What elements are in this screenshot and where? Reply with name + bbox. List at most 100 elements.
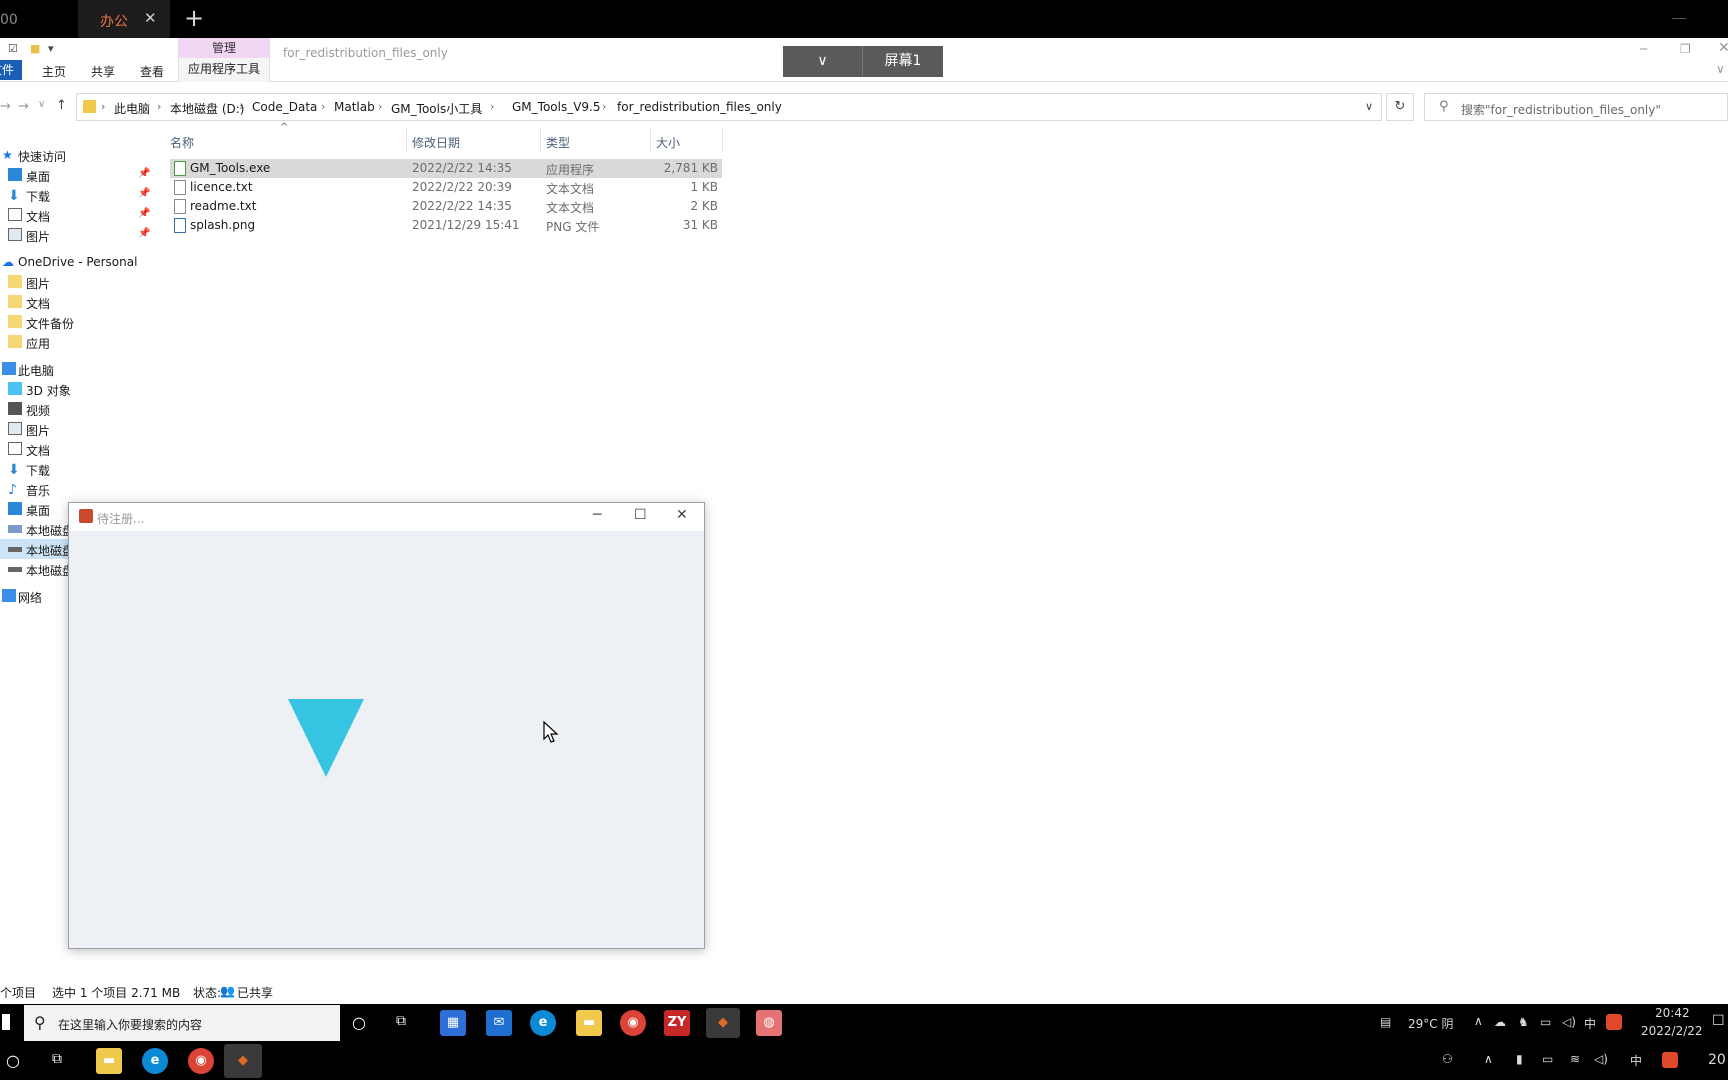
- maximize-icon[interactable]: ☐: [634, 507, 647, 523]
- nav-onedrive[interactable]: ☁ OneDrive - Personal: [0, 252, 154, 272]
- refresh-button[interactable]: ↻: [1386, 93, 1414, 121]
- app-icon[interactable]: ◍: [756, 1010, 782, 1036]
- tab-00[interactable]: 00: [0, 0, 78, 38]
- nav-onedrive-apps[interactable]: 应用: [0, 332, 154, 352]
- clock-time[interactable]: 20:42: [1655, 1006, 1690, 1020]
- forward-arrow-icon[interactable]: →: [18, 99, 29, 114]
- nav-quick-desktop[interactable]: 桌面 📌: [0, 165, 154, 185]
- file-row[interactable]: licence.txt 2022/2/22 20:39 文本文档 1 KB: [170, 178, 722, 197]
- sogou-icon[interactable]: [1662, 1052, 1678, 1068]
- ribbon-expand-icon[interactable]: ∨: [1716, 62, 1725, 76]
- nav-this-pc[interactable]: 此电脑: [0, 359, 154, 379]
- chevron-up-icon[interactable]: ∧: [1474, 1014, 1483, 1028]
- nav-pictures[interactable]: 图片: [0, 419, 154, 439]
- breadcrumb-gm-tools[interactable]: GM_Tools小工具: [391, 100, 482, 117]
- window-close-icon[interactable]: ✕: [1718, 40, 1728, 56]
- column-divider[interactable]: [650, 128, 651, 152]
- battery-icon[interactable]: ▭: [1542, 1052, 1553, 1066]
- search-box[interactable]: ⚲ 搜索"for_redistribution_files_only": [1424, 93, 1728, 121]
- breadcrumb-drive-d[interactable]: 本地磁盘 (D:): [170, 100, 244, 117]
- minimize-icon[interactable]: ─: [593, 507, 601, 523]
- pin-icon[interactable]: 📌: [138, 208, 150, 219]
- breadcrumb-matlab[interactable]: Matlab: [334, 100, 375, 114]
- ime-indicator[interactable]: 中: [1584, 1015, 1596, 1032]
- back-arrow-icon[interactable]: →: [0, 99, 11, 114]
- tab-share[interactable]: 共享: [91, 63, 115, 80]
- recent-dropdown-icon[interactable]: ∨: [38, 99, 45, 110]
- nav-quick-access[interactable]: ★ 快速访问: [0, 145, 154, 165]
- volume-icon[interactable]: ◁): [1594, 1052, 1608, 1066]
- chevron-down-icon[interactable]: ∨: [783, 46, 863, 77]
- address-bar[interactable]: › 此电脑 › 本地磁盘 (D:) › Code_Data › Matlab ›…: [76, 93, 1382, 121]
- breadcrumb-gm-tools-v95[interactable]: GM_Tools_V9.5: [512, 100, 601, 114]
- tray-app-icon[interactable]: ♞: [1518, 1015, 1529, 1029]
- close-icon[interactable]: ✕: [676, 507, 688, 523]
- nav-onedrive-pictures[interactable]: 图片: [0, 272, 154, 292]
- column-size[interactable]: 大小: [656, 134, 680, 151]
- chrome-icon[interactable]: ◉: [188, 1048, 214, 1074]
- chevron-up-icon[interactable]: ∧: [1484, 1052, 1493, 1066]
- clock-date[interactable]: 2022/2/22: [1641, 1024, 1703, 1038]
- properties-icon[interactable]: ☑: [8, 42, 18, 55]
- mail-icon[interactable]: ✉: [486, 1010, 512, 1036]
- pin-icon[interactable]: 📌: [138, 228, 150, 239]
- nav-documents[interactable]: 文档: [0, 439, 154, 459]
- task-view-icon[interactable]: ⧉: [52, 1051, 62, 1067]
- edge-icon[interactable]: e: [530, 1010, 556, 1036]
- matlab-icon[interactable]: ◆: [706, 1008, 740, 1038]
- store-icon[interactable]: ▦: [440, 1010, 466, 1036]
- nav-videos[interactable]: 视频: [0, 399, 154, 419]
- file-row[interactable]: readme.txt 2022/2/22 14:35 文本文档 2 KB: [170, 197, 722, 216]
- address-dropdown-icon[interactable]: ∨: [1365, 100, 1373, 113]
- column-date[interactable]: 修改日期: [412, 134, 460, 151]
- window-restore-icon[interactable]: ❐: [1680, 42, 1691, 56]
- column-divider[interactable]: [540, 128, 541, 152]
- tab-office[interactable]: 办公 ✕: [78, 0, 170, 38]
- nav-quick-documents[interactable]: 文档 📌: [0, 205, 154, 225]
- cloud-icon[interactable]: ☁: [1494, 1015, 1506, 1029]
- chrome-icon[interactable]: ◉: [620, 1010, 646, 1036]
- nav-onedrive-backup[interactable]: 文件备份: [0, 312, 154, 332]
- breadcrumb-this-pc[interactable]: 此电脑: [114, 100, 150, 117]
- notification-icon[interactable]: ☐: [1712, 1013, 1725, 1029]
- new-tab-icon[interactable]: +: [184, 3, 204, 33]
- mic-icon[interactable]: ▮: [1516, 1052, 1523, 1066]
- column-type[interactable]: 类型: [546, 134, 570, 151]
- close-icon[interactable]: ✕: [144, 9, 157, 27]
- nav-downloads[interactable]: ⬇ 下载: [0, 459, 154, 479]
- up-arrow-icon[interactable]: ↑: [56, 98, 67, 113]
- tab-view[interactable]: 查看: [140, 63, 164, 80]
- window-minimize-icon[interactable]: ─: [1640, 42, 1647, 56]
- battery-icon[interactable]: ▭: [1540, 1015, 1551, 1029]
- pin-icon[interactable]: 📌: [138, 168, 150, 179]
- news-icon[interactable]: ▤: [1380, 1015, 1391, 1029]
- edge-icon[interactable]: e: [142, 1048, 168, 1074]
- file-row[interactable]: GM_Tools.exe 2022/2/22 14:35 应用程序 2,781 …: [170, 159, 722, 178]
- wifi-icon[interactable]: ≋: [1570, 1052, 1580, 1066]
- zy-app-icon[interactable]: ZY: [664, 1010, 690, 1036]
- clock-time[interactable]: 20: [1708, 1052, 1726, 1068]
- breadcrumb-current-folder[interactable]: for_redistribution_files_only: [617, 100, 782, 114]
- cortana-icon[interactable]: ○: [352, 1013, 366, 1032]
- breadcrumb-code-data[interactable]: Code_Data: [252, 100, 317, 114]
- people-icon[interactable]: ⚇: [1442, 1052, 1453, 1066]
- nav-3d-objects[interactable]: 3D 对象: [0, 379, 154, 399]
- dialog-title-bar[interactable]: 待注册... ─ ☐ ✕: [69, 503, 704, 531]
- column-name[interactable]: 名称: [170, 134, 194, 151]
- start-icon[interactable]: [2, 1014, 10, 1030]
- matlab-icon[interactable]: ◆: [224, 1044, 262, 1078]
- column-divider[interactable]: [406, 128, 407, 152]
- taskbar-search[interactable]: ⚲ 在这里输入你要搜索的内容: [24, 1005, 340, 1041]
- ime-indicator[interactable]: 中: [1630, 1052, 1642, 1069]
- screen-switch[interactable]: ∨ 屏幕1: [783, 46, 943, 77]
- screen-label[interactable]: 屏幕1: [863, 46, 943, 77]
- task-view-icon[interactable]: ⧉: [396, 1013, 406, 1029]
- column-divider[interactable]: [722, 128, 723, 152]
- file-row[interactable]: splash.png 2021/12/29 15:41 PNG 文件 31 KB: [170, 216, 722, 235]
- file-tab[interactable]: 文件: [0, 60, 22, 80]
- file-explorer-icon[interactable]: ▬: [96, 1048, 122, 1074]
- weather-info[interactable]: 29°C 阴: [1408, 1015, 1453, 1032]
- new-folder-icon[interactable]: ■: [30, 42, 40, 55]
- nav-onedrive-documents[interactable]: 文档: [0, 292, 154, 312]
- cortana-icon[interactable]: ○: [6, 1051, 20, 1070]
